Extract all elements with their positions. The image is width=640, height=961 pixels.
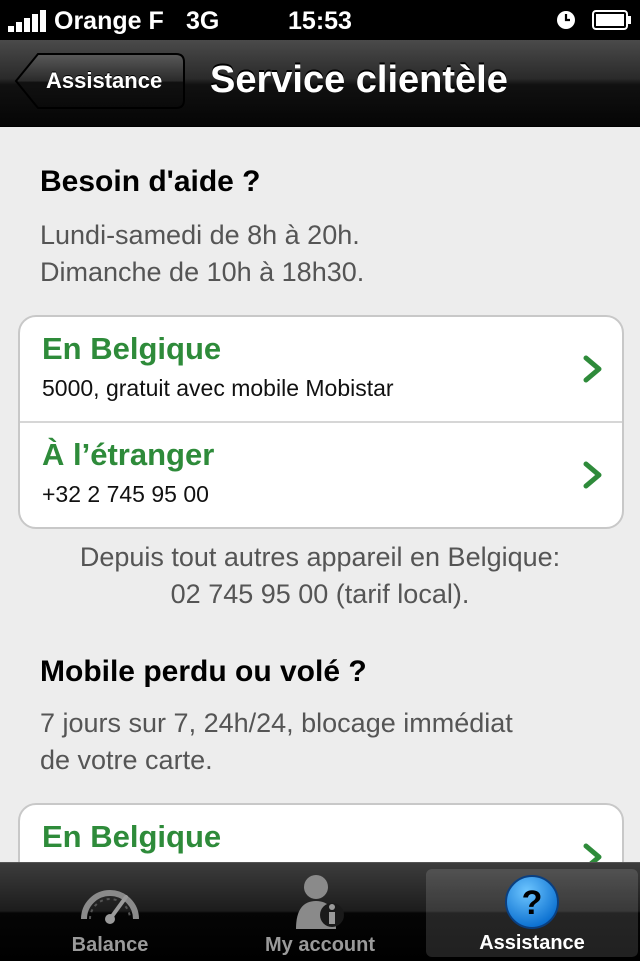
page-title: Service clientèle: [210, 59, 508, 101]
chevron-right-icon: [583, 461, 602, 489]
user-info-icon: [296, 875, 344, 929]
svg-text:?: ?: [522, 884, 543, 922]
gauge-icon: [81, 890, 139, 924]
list-item-belgium[interactable]: En Belgique 5000, gratuit avec mobile Mo…: [20, 317, 622, 421]
tab-label: Balance: [71, 934, 149, 956]
help-contact-list: En Belgique 5000, gratuit avec mobile Mo…: [18, 315, 624, 529]
list-item-subtitle: +32 2 745 95 00: [42, 481, 209, 507]
chevron-right-icon: [583, 355, 602, 383]
status-time: 15:53: [288, 7, 352, 35]
help-hours-line: Dimanche de 10h à 18h30.: [40, 257, 365, 287]
lost-contact-list: En Belgique: [18, 803, 624, 862]
list-item-belgium-lost[interactable]: En Belgique: [20, 805, 622, 862]
tab-bar: Balance My account ? Assistance: [0, 862, 640, 961]
back-button[interactable]: Assistance: [14, 52, 186, 110]
section-title-help: Besoin d'aide ?: [40, 165, 261, 198]
section-title-lost: Mobile perdu ou volé ?: [40, 655, 367, 688]
battery-icon: [592, 10, 631, 30]
lost-description-line: 7 jours sur 7, 24h/24, blocage immédiat: [40, 708, 513, 738]
help-icon: ?: [505, 875, 559, 929]
navigation-bar: Assistance Service clientèle: [0, 40, 640, 127]
help-hours: Lundi-samedi de 8h à 20h. Dimanche de 10…: [40, 217, 610, 291]
note-line: 02 745 95 00 (tarif local).: [170, 579, 470, 609]
note-line: Depuis tout autres appareil en Belgique:: [79, 542, 561, 572]
lost-description-line: de votre carte.: [40, 745, 213, 775]
tab-assistance[interactable]: ? Assistance: [426, 869, 638, 957]
tab-balance[interactable]: Balance: [4, 863, 216, 961]
chevron-right-icon: [583, 843, 602, 862]
list-item-subtitle: 5000, gratuit avec mobile Mobistar: [42, 375, 394, 401]
list-item-title: À l’étranger: [42, 437, 215, 472]
list-item-abroad[interactable]: À l’étranger +32 2 745 95 00: [20, 421, 622, 527]
list-item-title: En Belgique: [42, 819, 222, 854]
tab-label: My account: [264, 934, 376, 956]
status-bar: Orange F 3G 15:53: [0, 0, 640, 40]
other-devices-note: Depuis tout autres appareil en Belgique:…: [20, 539, 620, 613]
list-item-title: En Belgique: [42, 331, 222, 366]
main-content[interactable]: Besoin d'aide ? Lundi-samedi de 8h à 20h…: [0, 127, 640, 862]
tab-my-account[interactable]: My account: [214, 863, 426, 961]
alarm-icon: [557, 11, 575, 29]
tab-label: Assistance: [479, 932, 585, 954]
help-hours-line: Lundi-samedi de 8h à 20h.: [40, 220, 360, 250]
back-button-label: Assistance: [46, 68, 163, 93]
lost-description: 7 jours sur 7, 24h/24, blocage immédiat …: [40, 705, 610, 779]
